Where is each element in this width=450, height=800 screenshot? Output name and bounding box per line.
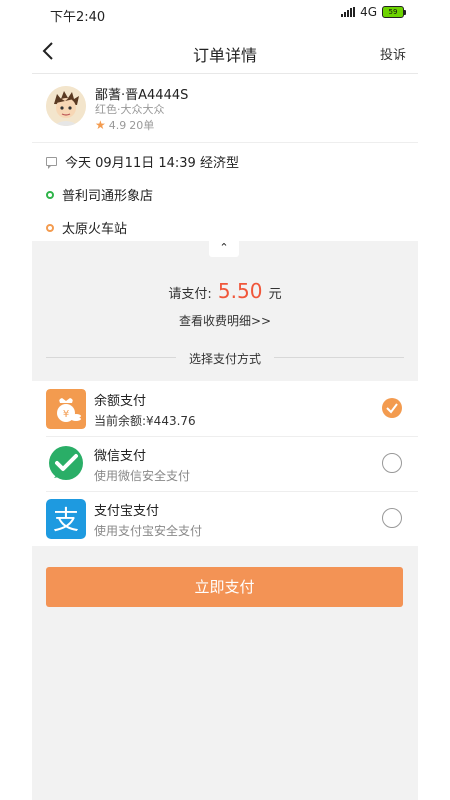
radio-checked-icon[interactable] [382, 398, 402, 418]
option-title: 微信支付 [94, 449, 147, 464]
complain-button[interactable]: 投诉 [380, 44, 406, 63]
payment-method-title: 选择支付方式 [188, 352, 261, 366]
radio-unchecked-icon[interactable] [382, 453, 402, 473]
order-count: 20单 [129, 119, 155, 132]
header-divider [32, 73, 418, 74]
payment-options: ¥ 余额支付 当前余额:¥443.76 微信支付 使用微信安全支付 支 支付宝支… [32, 381, 418, 546]
battery-level: 59 [382, 6, 404, 18]
battery-icon: 59 [382, 6, 406, 18]
start-address-row: 普利司通形象店 [46, 185, 153, 204]
pay-amount: 5.50 [217, 279, 263, 303]
divider [32, 142, 418, 143]
rating-value: 4.9 [108, 118, 127, 132]
pay-now-button[interactable]: 立即支付 [46, 567, 403, 607]
driver-rating: ★ 4.9 20单 [95, 117, 154, 133]
chevron-up-icon: ⌃ [219, 241, 229, 254]
end-dot-icon [46, 223, 54, 232]
start-dot-icon [46, 190, 54, 199]
option-subtitle: 当前余额:¥443.76 [94, 414, 196, 428]
option-subtitle: 使用支付宝安全支付 [94, 524, 203, 538]
fee-detail-link[interactable]: 查看收费明细>> [0, 312, 450, 329]
order-time-type: 今天 09月11日 14:39 经济型 [65, 156, 239, 171]
pay-label: 请支付: [168, 287, 212, 302]
payment-option-alipay[interactable]: 支 支付宝支付 使用支付宝安全支付 [32, 491, 418, 546]
svg-text:支: 支 [53, 506, 79, 536]
radio-unchecked-icon[interactable] [382, 508, 402, 528]
network-type: 4G [360, 5, 377, 19]
status-time: 下午2:40 [50, 10, 106, 25]
wechat-icon [46, 444, 86, 484]
alipay-icon: 支 [46, 499, 86, 539]
option-title: 余额支付 [94, 394, 147, 409]
pay-amount-line: 请支付: 5.50 元 [0, 279, 450, 303]
payment-option-balance[interactable]: ¥ 余额支付 当前余额:¥443.76 [32, 381, 418, 436]
option-title: 支付宝支付 [94, 504, 160, 519]
wallet-icon: ¥ [46, 389, 86, 429]
status-indicators: 4G 59 [341, 5, 406, 19]
driver-car: 红色·大众大众 [95, 103, 165, 116]
start-address: 普利司通形象店 [62, 189, 154, 204]
pay-unit: 元 [268, 287, 282, 302]
option-subtitle: 使用微信安全支付 [94, 469, 191, 483]
order-time-row: 今天 09月11日 14:39 经济型 [46, 152, 239, 171]
message-icon [46, 157, 57, 169]
collapse-toggle[interactable]: ⌃ [209, 241, 239, 257]
star-icon: ★ [95, 118, 106, 132]
end-address: 太原火车站 [62, 222, 128, 237]
svg-text:¥: ¥ [63, 409, 69, 420]
driver-avatar [46, 86, 86, 126]
payment-option-wechat[interactable]: 微信支付 使用微信安全支付 [32, 436, 418, 491]
end-address-row: 太原火车站 [46, 218, 127, 237]
signal-icon [341, 7, 356, 17]
